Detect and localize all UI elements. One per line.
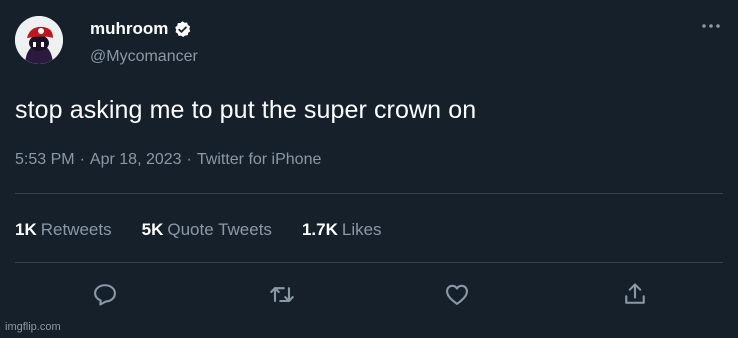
divider — [15, 262, 723, 263]
tweet-date[interactable]: Apr 18, 2023 — [90, 151, 182, 168]
avatar[interactable] — [15, 16, 63, 64]
retweets-stat[interactable]: 1K Retweets — [15, 220, 112, 240]
quote-tweets-count: 5K — [141, 220, 164, 239]
quote-tweets-label: Quote Tweets — [167, 220, 272, 239]
retweets-count: 1K — [15, 220, 37, 239]
meta-separator: · — [186, 151, 192, 168]
more-options-icon[interactable] — [700, 18, 722, 34]
share-icon — [625, 283, 645, 304]
quote-tweets-stat[interactable]: 5K Quote Tweets — [142, 220, 272, 240]
avatar-image — [15, 16, 63, 64]
tweet-time[interactable]: 5:53 PM — [15, 151, 75, 168]
tweet-source[interactable]: Twitter for iPhone — [197, 151, 322, 168]
tweet-meta: 5:53 PM · Apr 18, 2023 · Twitter for iPhone — [15, 151, 321, 169]
share-button[interactable] — [621, 280, 649, 308]
display-name[interactable]: muhroom — [90, 19, 168, 39]
reply-button[interactable] — [91, 280, 119, 308]
retweets-label: Retweets — [40, 220, 112, 239]
likes-count: 1.7K — [301, 220, 338, 239]
watermark: imgflip.com — [5, 321, 61, 333]
retweet-button[interactable] — [268, 280, 296, 308]
like-icon — [446, 284, 468, 305]
author-name-row[interactable]: muhroom — [90, 19, 192, 39]
like-button[interactable] — [443, 280, 471, 308]
meta-separator: · — [79, 151, 85, 168]
reply-icon — [94, 284, 116, 306]
divider — [15, 193, 723, 194]
likes-label: Likes — [341, 220, 382, 239]
tweet-text: stop asking me to put the super crown on — [15, 96, 477, 124]
retweet-icon — [270, 287, 294, 303]
likes-stat[interactable]: 1.7K Likes — [302, 220, 382, 240]
author-handle[interactable]: @Mycomancer — [90, 48, 198, 66]
engagement-stats: 1K Retweets 5K Quote Tweets 1.7K Likes — [15, 220, 412, 240]
verified-badge-icon — [175, 20, 191, 37]
tweet-card: muhroom @Mycomancer stop asking me to pu… — [0, 0, 738, 338]
